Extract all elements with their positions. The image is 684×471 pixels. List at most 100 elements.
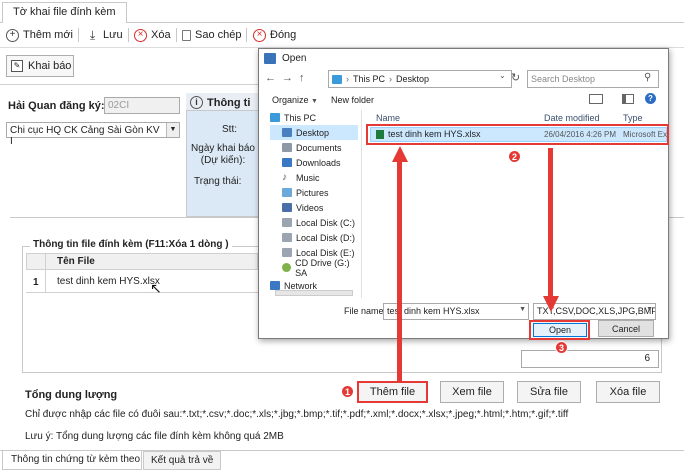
divider [0, 84, 258, 85]
arrow-up-head [392, 146, 408, 162]
declare-label: Khai báo [28, 60, 72, 72]
nav-scrollbar[interactable] [275, 290, 353, 296]
delete-icon: × [134, 28, 147, 42]
column-header-filename[interactable]: Tên File [57, 256, 95, 267]
path-desktop[interactable]: Desktop [396, 74, 429, 84]
save-button[interactable]: ⤓ Lưu [86, 26, 123, 44]
app-icon [264, 53, 276, 64]
toolbar-divider [246, 28, 247, 42]
organize-label: Organize [272, 95, 309, 105]
declare-button[interactable]: ✎ Khai báo [6, 55, 74, 77]
download-icon: ⤓ [89, 28, 96, 42]
desktop-icon [282, 128, 292, 137]
chevron-down-icon[interactable]: ⌄ [499, 71, 506, 80]
add-file-button[interactable]: Thêm file [357, 381, 428, 403]
tab-attached-docs[interactable]: Thông tin chứng từ kèm theo [2, 451, 142, 470]
declare-date-line-1: Ngày khai báo [191, 143, 255, 154]
chevron-down-icon: ▼ [311, 98, 318, 105]
chevron-down-icon: ▼ [646, 306, 653, 313]
nav-desktop[interactable]: Desktop [270, 125, 358, 140]
nav-documents[interactable]: Documents [270, 140, 358, 155]
column-name[interactable]: Name [376, 113, 400, 123]
navigation-pane: This PC Desktop Documents Downloads ♪ Mus… [270, 110, 358, 300]
up-icon[interactable]: ↑ [299, 72, 311, 84]
preview-pane-icon[interactable] [622, 94, 634, 104]
column-type[interactable]: Type [623, 113, 643, 123]
pc-icon [332, 74, 342, 84]
chevron-down-icon: ▼ [519, 306, 526, 313]
close-button[interactable]: × Đóng [253, 26, 296, 44]
add-new-button[interactable]: + Thêm mới [6, 26, 73, 44]
nav-arrows: ←→↑ [265, 72, 311, 84]
count-field[interactable]: 6 [521, 350, 659, 368]
info-title-label: Thông ti [207, 96, 251, 109]
file-date: 26/04/2016 4:26 PM [544, 130, 617, 139]
add-new-label: Thêm mới [23, 29, 73, 41]
copy-label: Sao chép [195, 29, 242, 41]
close-label: Đóng [270, 29, 297, 41]
nav-videos[interactable]: Videos [270, 200, 358, 215]
view-icon[interactable] [589, 94, 603, 104]
search-input[interactable]: Search Desktop [527, 70, 659, 88]
documents-icon [282, 143, 292, 152]
nav-cd-drive[interactable]: CD Drive (G:) SA [270, 258, 358, 278]
tab-file-attachment[interactable]: Tờ khai file đính kèm [2, 2, 127, 23]
pane-divider [361, 110, 362, 298]
customs-code-field[interactable]: 02CI [104, 97, 180, 114]
chevron-right-icon: › [389, 74, 393, 84]
customs-label: Hải Quan đăng ký: [8, 100, 105, 112]
view-file-button[interactable]: Xem file [440, 381, 504, 403]
refresh-icon[interactable]: ↻ [511, 71, 520, 84]
chevron-down-icon: ▼ [166, 123, 179, 137]
cd-icon [282, 263, 292, 272]
videos-icon [282, 203, 292, 212]
extension-note: Chỉ được nhập các file có đuôi sau:*.txt… [25, 409, 569, 420]
close-icon: × [253, 28, 266, 42]
address-bar[interactable]: › This PC › Desktop [328, 70, 512, 88]
cancel-button[interactable]: Cancel [598, 320, 654, 337]
file-name[interactable]: test dinh kem HYS.xlsx [388, 129, 481, 139]
tab-results[interactable]: Kết quả trả về [143, 451, 221, 470]
delete-file-button[interactable]: Xóa file [596, 381, 660, 403]
organize-menu[interactable]: Organize ▼ [272, 95, 318, 105]
file-type: Microsoft Ex [623, 130, 667, 139]
copy-icon [182, 29, 191, 41]
copy-button[interactable]: Sao chép [182, 26, 241, 44]
open-button[interactable]: Open [533, 323, 587, 337]
filename-input[interactable]: test dinh kem HYS.xlsx ▼ [383, 303, 529, 320]
filename-label: File name: [344, 306, 387, 316]
back-icon[interactable]: ← [265, 72, 282, 84]
delete-button[interactable]: × Xóa [134, 26, 171, 44]
declare-date-label: Ngày khai báo (Dự kiến): [191, 143, 255, 167]
toolbar-divider [78, 28, 79, 42]
declare-icon: ✎ [11, 60, 23, 72]
declare-date-line-2: (Dự kiến): [200, 155, 246, 166]
attachment-title: Thông tin file đính kèm (F11:Xóa 1 dòng … [30, 239, 232, 250]
toolbar-divider [128, 28, 129, 42]
disk-icon [282, 248, 292, 257]
nav-this-pc[interactable]: This PC [270, 110, 358, 125]
new-folder-button[interactable]: New folder [331, 95, 374, 105]
row-filename[interactable]: test dinh kem HYS.xlsx [57, 276, 160, 287]
search-icon: ⚲ [644, 72, 652, 83]
forward-icon[interactable]: → [282, 72, 299, 84]
toolbar-divider [176, 28, 177, 42]
network-icon [270, 281, 280, 290]
stt-label: Stt: [222, 124, 238, 135]
arrow-down-line [548, 148, 553, 298]
step-badge-3: 3 [555, 341, 568, 354]
nav-pictures[interactable]: Pictures [270, 185, 358, 200]
nav-music[interactable]: ♪ Music [270, 170, 358, 185]
nav-local-disk-d[interactable]: Local Disk (D:) [270, 230, 358, 245]
help-icon[interactable]: ? [645, 93, 656, 104]
nav-downloads[interactable]: Downloads [270, 155, 358, 170]
step-badge-2: 2 [508, 150, 521, 163]
nav-local-disk-c[interactable]: Local Disk (C:) [270, 215, 358, 230]
path-this-pc[interactable]: This PC [353, 74, 385, 84]
total-size-label: Tổng dung lượng [25, 389, 118, 401]
customs-select[interactable]: Chi cục HQ CK Cảng Sài Gòn KV I ▼ [6, 122, 180, 147]
edit-file-button[interactable]: Sửa file [517, 381, 581, 403]
info-icon: i [190, 96, 203, 109]
column-date[interactable]: Date modified [544, 113, 600, 123]
save-label: Lưu [103, 29, 123, 41]
